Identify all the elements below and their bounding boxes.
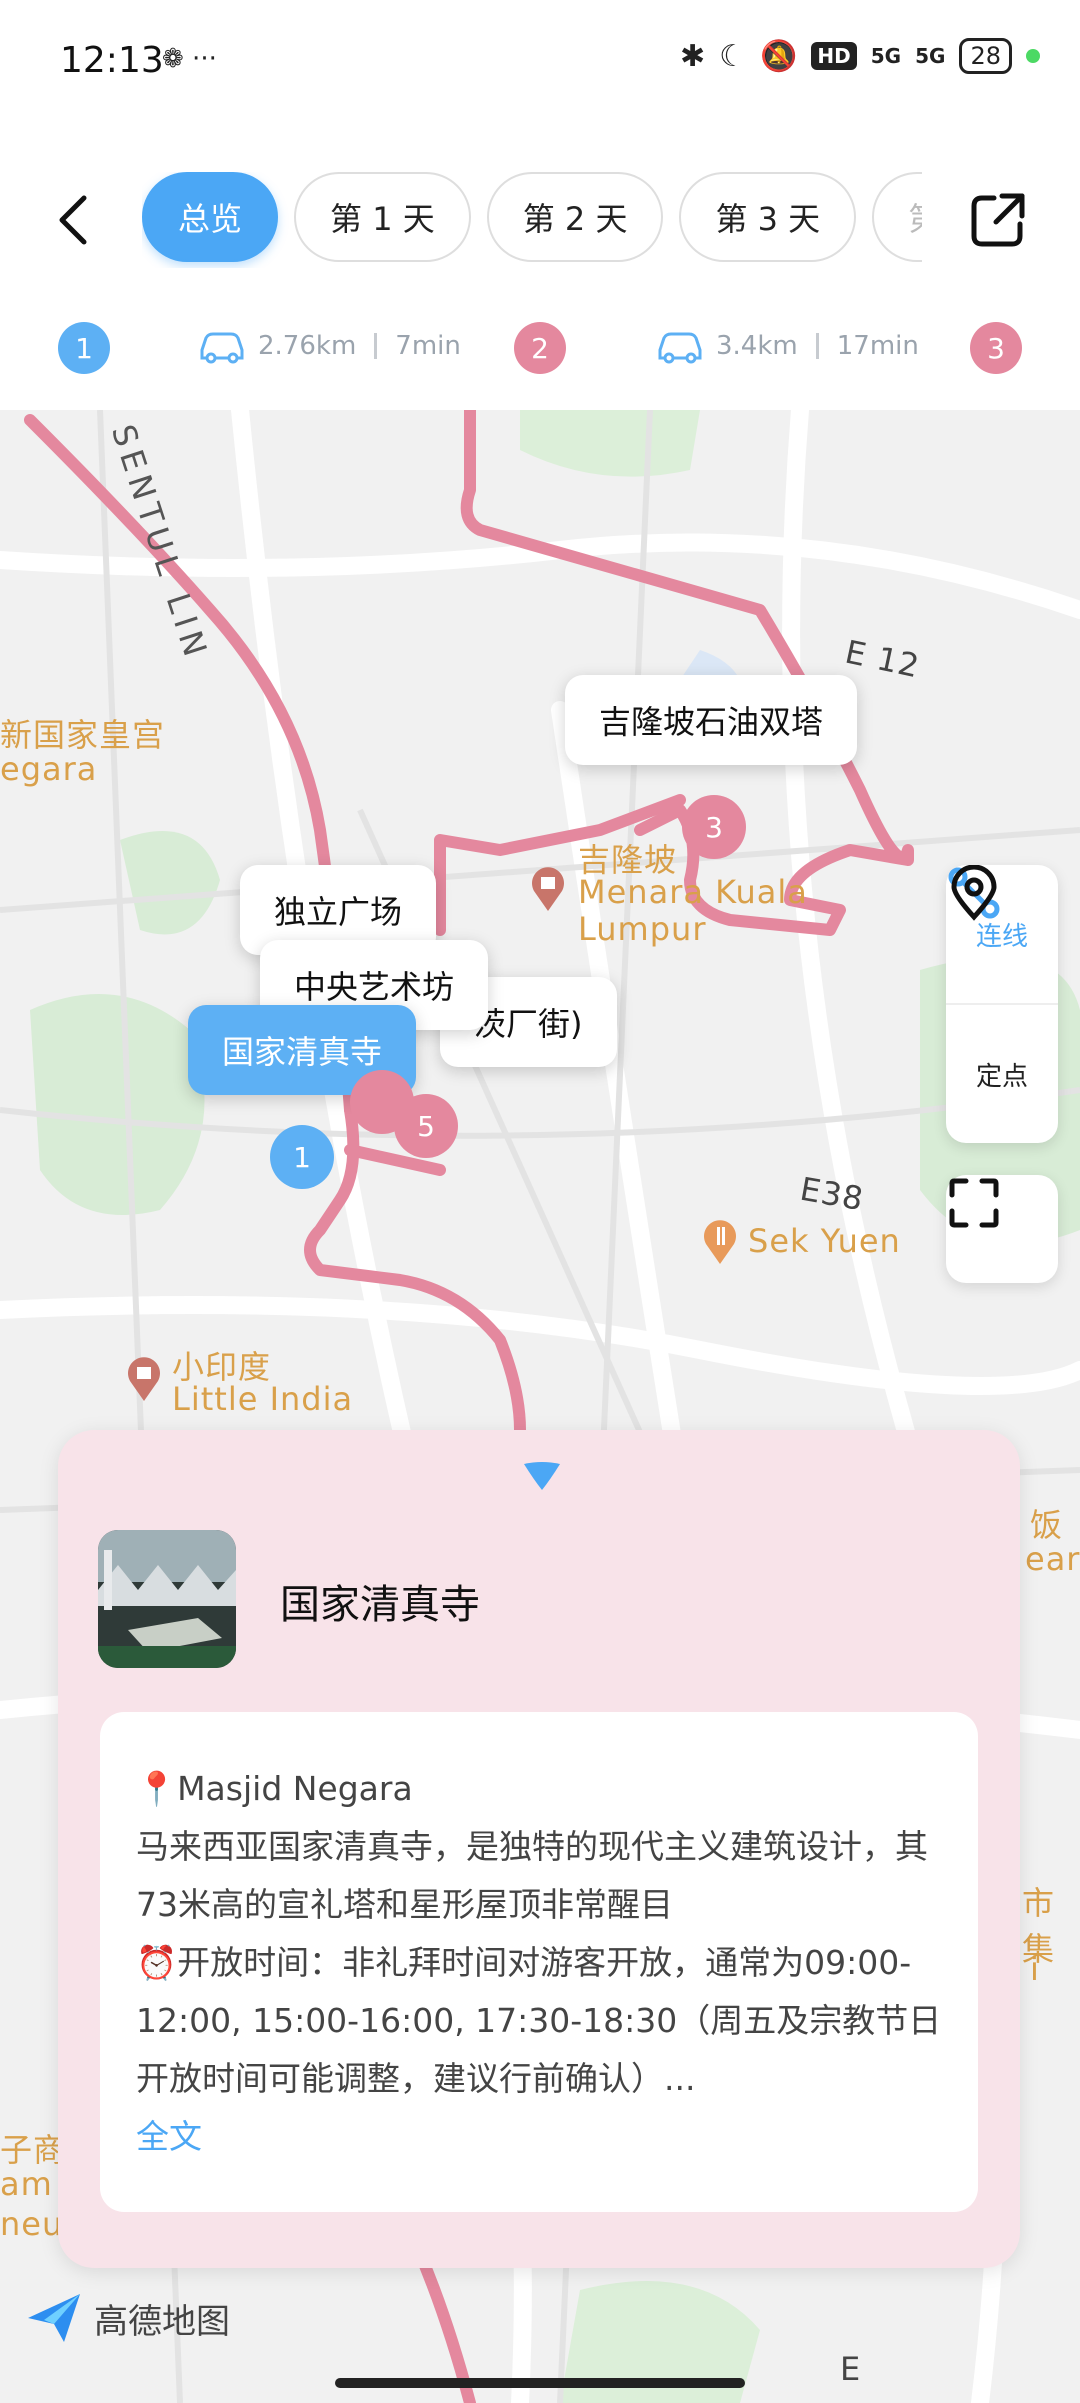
- map-label-right2: ear: [1025, 1540, 1080, 1578]
- read-more-link[interactable]: 全文: [136, 2108, 956, 2166]
- segment-time: 7min: [395, 331, 461, 361]
- segment-distance: 2.76km: [258, 331, 357, 361]
- mosque-photo: [98, 1530, 236, 1668]
- connect-line-label: 连线: [975, 921, 1028, 952]
- segment-distance: 3.4km: [716, 331, 798, 361]
- collapse-caret-icon[interactable]: [520, 1458, 564, 1494]
- map-label-right4: i: [1030, 1950, 1040, 1988]
- tab-overview[interactable]: 总览: [142, 172, 279, 262]
- back-button[interactable]: [50, 190, 100, 250]
- amap-logo-text: 高德地图: [94, 2301, 230, 2342]
- map-label-littleindia-en: Little India: [172, 1380, 354, 1418]
- landmark-poi-icon: [128, 1357, 160, 1401]
- route-marker-5[interactable]: 5: [394, 1094, 458, 1158]
- home-indicator[interactable]: [335, 2378, 745, 2388]
- route-marker-1[interactable]: 1: [270, 1125, 334, 1189]
- poi-hours: ⏰开放时间：非礼拜时间对游客开放，通常为09:00-12:00, 15:00-1…: [136, 1943, 942, 2098]
- status-bar: 12:13 ❁ ··· ✱ ☾ 🔕 HD 5G 5G 28: [0, 0, 1080, 130]
- landmark-poi-icon: [532, 867, 564, 911]
- map-label-klcc-en: Menara Kuala: [578, 873, 808, 911]
- tab-day-2[interactable]: 第 2 天: [486, 172, 664, 262]
- signal-icon-1: 5G: [870, 44, 902, 68]
- fit-view-button[interactable]: [946, 1175, 1058, 1283]
- moon-icon: ☾: [719, 38, 747, 74]
- bluetooth-icon: ✱: [680, 38, 706, 74]
- route-segment-1: 2.76km 7min: [196, 328, 461, 364]
- privacy-dot-icon: [1026, 49, 1040, 63]
- map-label-left3: neu: [0, 2205, 64, 2243]
- map-label-sekyuen: Sek Yuen: [748, 1222, 901, 1260]
- separator: [815, 333, 819, 359]
- tab-day-1[interactable]: 第 1 天: [294, 172, 471, 262]
- route-summary: 1 2.76km 7min 2 3.4km 17min 3: [0, 300, 1080, 410]
- poi-thumbnail: [98, 1530, 236, 1668]
- pin-label: 定点: [975, 1061, 1028, 1092]
- poi-bubble-petronas[interactable]: 吉隆坡石油双塔: [565, 675, 858, 765]
- location-pin-icon: [951, 865, 997, 921]
- route-point-3[interactable]: 3: [970, 322, 1022, 374]
- poi-description-box: 📍Masjid Negara 马来西亚国家清真寺，是独特的现代主义建筑设计，其7…: [100, 1712, 978, 2212]
- day-tabs-header: 总览 第 1 天 第 2 天 第 3 天 第: [0, 130, 1080, 300]
- poi-location: 📍Masjid Negara: [136, 1769, 413, 1808]
- route-marker-3[interactable]: 3: [682, 795, 746, 859]
- route-segment-2: 3.4km 17min: [654, 328, 919, 364]
- hd-icon: HD: [811, 42, 857, 70]
- segment-time: 17min: [836, 331, 919, 361]
- route-point-1[interactable]: 1: [58, 322, 110, 374]
- tab-day-3[interactable]: 第 3 天: [679, 172, 857, 262]
- day-tabs: 总览 第 1 天 第 2 天 第 3 天 第: [142, 172, 922, 268]
- tab-day-4[interactable]: 第: [872, 172, 922, 262]
- amap-logo: 高德地图: [24, 2290, 230, 2346]
- poi-title: 国家清真寺: [280, 1582, 480, 1628]
- map-label-klcc-en2: Lumpur: [578, 910, 707, 948]
- poi-summary: 马来西亚国家清真寺，是独特的现代主义建筑设计，其73米高的宣礼塔和星形屋顶非常醒…: [136, 1827, 928, 1924]
- map-label-bottom-e: E: [840, 2350, 862, 2388]
- battery-icon: 28: [959, 38, 1012, 74]
- mute-icon: 🔕: [760, 38, 798, 74]
- status-time: 12:13: [60, 40, 164, 81]
- poi-detail-card[interactable]: 国家清真寺 📍Masjid Negara 马来西亚国家清真寺，是独特的现代主义建…: [58, 1430, 1020, 2268]
- map-tools: 连线 定点: [946, 865, 1058, 1143]
- chevron-left-icon: [59, 195, 87, 245]
- restaurant-poi-icon: [704, 1220, 736, 1264]
- pin-button[interactable]: 定点: [946, 865, 1058, 1143]
- map-label-left2: am: [0, 2165, 53, 2203]
- status-icons: ✱ ☾ 🔕 HD 5G 5G 28: [680, 38, 1040, 74]
- route-point-2[interactable]: 2: [514, 322, 566, 374]
- share-icon: [971, 193, 1025, 247]
- amap-logo-icon: [28, 2294, 80, 2342]
- poi-description: 📍Masjid Negara 马来西亚国家清真寺，是独特的现代主义建筑设计，其7…: [136, 1760, 956, 2166]
- car-icon: [200, 332, 244, 364]
- map-label-istana-en: egara: [0, 750, 98, 788]
- separator: [374, 333, 378, 359]
- share-button[interactable]: [968, 190, 1028, 250]
- signal-icon-2: 5G: [915, 44, 946, 68]
- app-notification-icon: ❁ ···: [162, 44, 217, 74]
- car-icon: [658, 332, 702, 364]
- fullscreen-icon: [949, 1178, 999, 1228]
